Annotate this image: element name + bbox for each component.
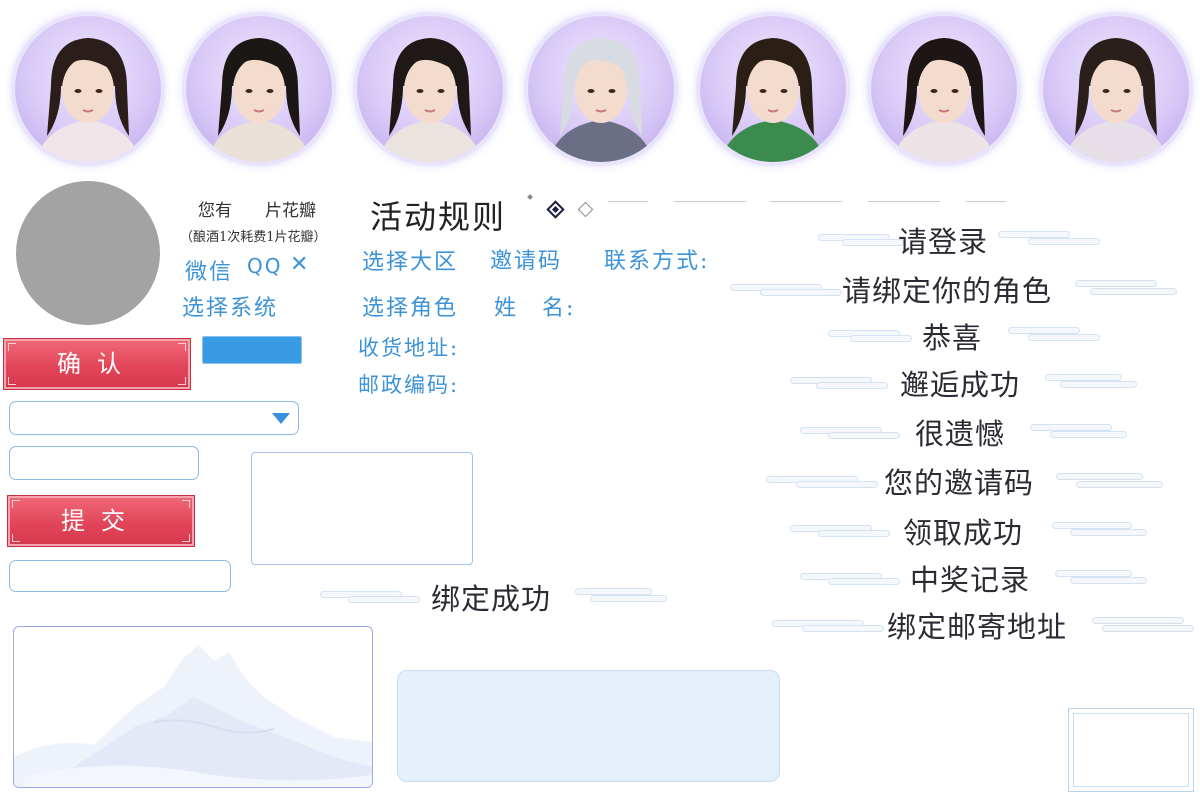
win-record-title: 中奖记录: [910, 563, 1031, 597]
rules-divider-2: [674, 201, 746, 202]
petals-you-have-label: 您有: [198, 201, 232, 221]
avatar-6-icon[interactable]: [871, 16, 1017, 162]
select-system-label[interactable]: 选择系统: [182, 290, 278, 322]
light-blue-panel: [397, 670, 780, 782]
diamond-filled-icon[interactable]: [546, 200, 565, 219]
submit-button-label: 提交: [61, 507, 141, 535]
avatar-3-icon[interactable]: [357, 16, 503, 162]
wechat-login-link[interactable]: 微信: [185, 254, 233, 286]
bind-address-title: 绑定邮寄地址: [887, 610, 1068, 644]
rules-divider-5: [966, 201, 1006, 202]
chevron-down-icon: [272, 413, 290, 424]
confirm-button[interactable]: 确认: [4, 339, 190, 389]
diamond-outline-icon[interactable]: [577, 201, 594, 218]
bind-success-title: 绑定成功: [431, 582, 552, 616]
invite-code-label: 邀请码: [490, 249, 563, 274]
please-login-title: 请登录: [898, 225, 989, 259]
rules-title: 活动规则: [370, 198, 507, 236]
meet-success-title: 邂逅成功: [900, 368, 1021, 402]
user-avatar-placeholder: [16, 181, 160, 325]
avatar-5-icon[interactable]: [700, 16, 846, 162]
rules-divider-3: [770, 201, 842, 202]
select-dropdown[interactable]: [9, 401, 299, 435]
postcode-label: 邮政编码:: [358, 373, 460, 397]
petals-unit-label: 片花瓣: [265, 201, 316, 221]
bind-role-title: 请绑定你的角色: [842, 274, 1053, 308]
petals-note: （酿酒1次耗费1片花瓣）: [180, 230, 327, 245]
rules-divider-4: [868, 201, 940, 202]
close-icon[interactable]: ✕: [290, 252, 310, 277]
confirm-button-label: 确认: [57, 350, 137, 378]
select-region-label[interactable]: 选择大区: [362, 244, 458, 276]
avatar-7-icon[interactable]: [1043, 16, 1189, 162]
avatar-1-icon[interactable]: [15, 16, 161, 162]
mountain-landscape-icon: [14, 645, 372, 787]
name-label: 姓 名:: [494, 296, 576, 321]
avatar-2-icon[interactable]: [186, 16, 332, 162]
claim-success-title: 领取成功: [903, 516, 1024, 550]
rules-divider-1: [608, 201, 648, 202]
select-role-label[interactable]: 选择角色: [362, 290, 458, 322]
your-invite-code-title: 您的邀请码: [884, 466, 1035, 500]
submit-button[interactable]: 提交: [8, 496, 194, 546]
congrats-title: 恭喜: [922, 321, 983, 355]
regret-title: 很遗憾: [915, 417, 1006, 451]
qq-login-link[interactable]: QQ: [247, 254, 282, 278]
contact-label: 联系方式:: [604, 249, 710, 274]
text-input-1[interactable]: [9, 446, 199, 480]
landscape-panel: [13, 626, 373, 788]
text-input-2[interactable]: [9, 560, 231, 592]
avatar-4-icon[interactable]: [528, 16, 674, 162]
address-label: 收货地址:: [358, 336, 460, 360]
diamond-dot-icon: [527, 194, 533, 200]
small-frame-panel: [1068, 708, 1194, 792]
textarea-box[interactable]: [251, 452, 473, 565]
progress-bar: [202, 336, 302, 364]
